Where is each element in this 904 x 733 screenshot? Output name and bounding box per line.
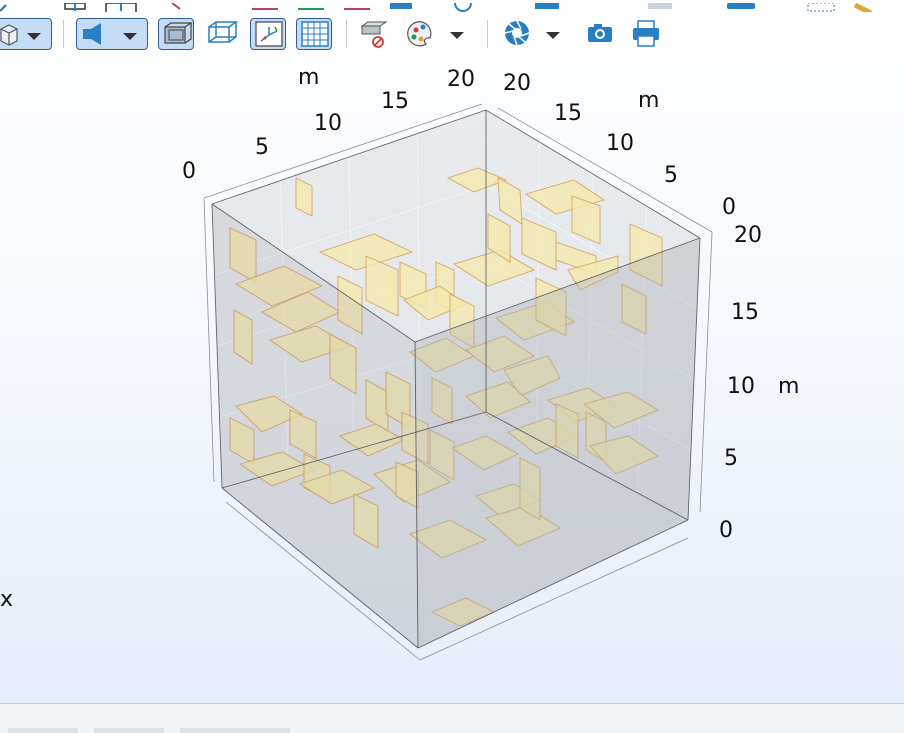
left-axis-unit-label: m: [298, 65, 319, 90]
aperture-button[interactable]: [500, 18, 566, 50]
right-axis-unit-label: m: [638, 88, 659, 113]
bottom-tab[interactable]: [94, 728, 164, 733]
view-cube-icon: [0, 24, 41, 46]
left-axis-tick-label: 20: [447, 67, 475, 92]
axis-frame-line: [203, 197, 215, 483]
screenshot-camera-icon: [588, 24, 612, 42]
right-axis-tick-label: 20: [503, 71, 531, 96]
vertical-axis-unit-label: m: [778, 374, 799, 399]
show-grid-button[interactable]: [296, 18, 332, 50]
toolbar-separator: [487, 20, 488, 48]
wireframe-icon: [208, 21, 239, 43]
bottom-tab[interactable]: [180, 728, 290, 733]
toolbar-overflow-icons: [0, 0, 873, 12]
toolbar-overflow-row: [0, 0, 904, 12]
vertical-axis-tick-label: 20: [734, 223, 762, 248]
print-icon: [633, 20, 659, 47]
chevron-down-icon: [546, 32, 560, 39]
bottom-tab[interactable]: [8, 728, 78, 733]
axis-frame-line: [699, 231, 713, 513]
toolbar-separator: [346, 20, 347, 48]
right-axis-tick-label: 10: [606, 131, 634, 156]
vertical-axis-tick-label: 15: [731, 300, 759, 325]
scene-light-icon: [83, 23, 137, 45]
color-palette-icon: [407, 21, 464, 47]
vertical-axis-tick-label: 10: [727, 374, 755, 399]
vertical-axis-tick-label: 0: [719, 518, 733, 543]
chevron-down-icon: [123, 33, 137, 40]
show-grid-icon: [301, 21, 329, 47]
transparency-button[interactable]: [158, 18, 194, 50]
wireframe-button[interactable]: [204, 18, 240, 50]
triad-x-label: x: [0, 587, 13, 612]
model-3d-view[interactable]: 0 5 10 15 20 m 20 15 10 5 0 m 20 15 10 5 0 m x: [0, 58, 904, 703]
transparency-icon: [164, 22, 193, 44]
bottom-panel-bar: [0, 703, 904, 733]
graphics-toolbar: [0, 14, 904, 58]
right-axis-tick-label: 15: [554, 101, 582, 126]
left-axis-tick-label: 10: [314, 111, 342, 136]
show-axes-icon: [255, 21, 283, 47]
aperture-icon: [504, 20, 560, 46]
right-axis-tick-label: 5: [664, 163, 678, 188]
clear-selection-button[interactable]: [356, 18, 392, 50]
view-cube-button[interactable]: [0, 18, 52, 50]
vertical-axis-tick-label: 5: [724, 446, 738, 471]
print-button[interactable]: [628, 18, 664, 50]
clear-selection-icon: [360, 21, 388, 48]
toolbar-separator: [63, 20, 64, 48]
scene-light-button[interactable]: [76, 18, 148, 50]
screenshot-button[interactable]: [582, 18, 618, 50]
left-axis-tick-label: 5: [255, 135, 269, 160]
chevron-down-icon: [27, 33, 41, 40]
chevron-down-icon: [450, 32, 464, 39]
left-axis-tick-label: 0: [182, 159, 196, 184]
color-palette-button[interactable]: [404, 18, 470, 50]
left-axis-tick-label: 15: [381, 89, 409, 114]
show-axes-button[interactable]: [250, 18, 286, 50]
right-axis-tick-label: 0: [722, 195, 736, 220]
graphics-window[interactable]: 0 5 10 15 20 m 20 15 10 5 0 m 20 15 10 5 0 m x: [0, 58, 904, 703]
